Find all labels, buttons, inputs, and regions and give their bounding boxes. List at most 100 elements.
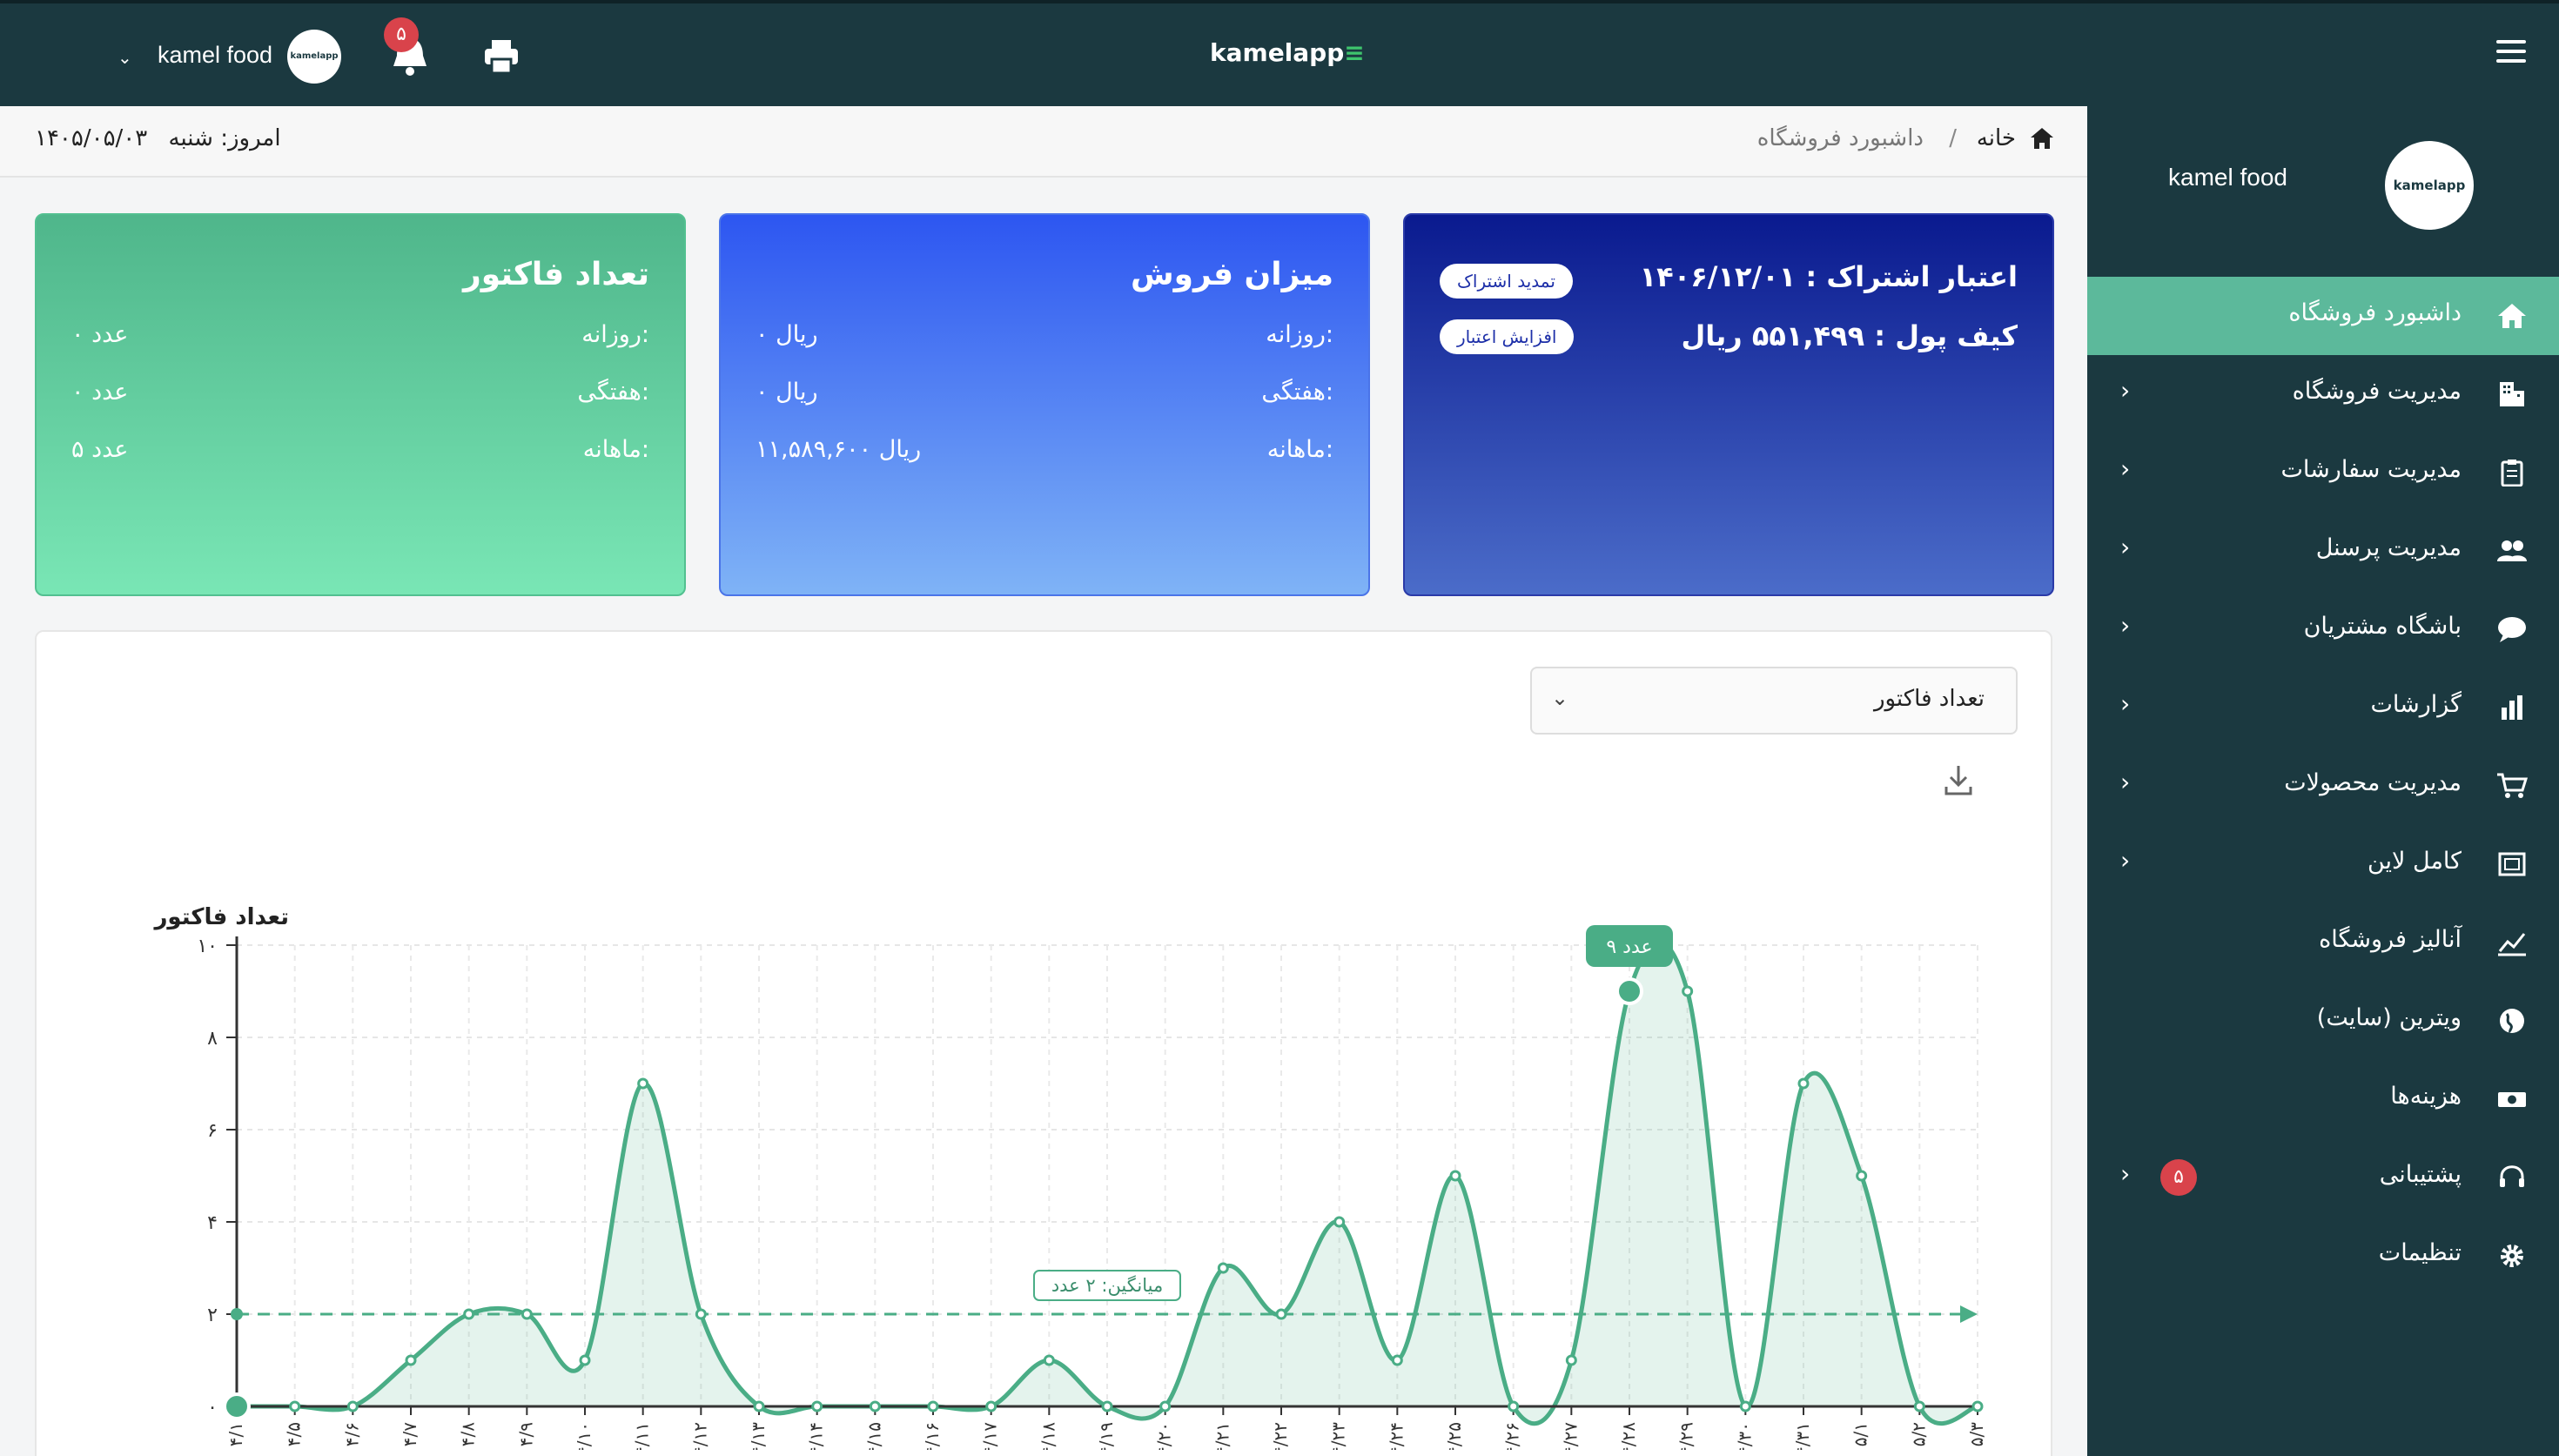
- max-label: ۹ عدد: [1606, 936, 1652, 958]
- chart-metric-select[interactable]: تعداد فاکتور ⌄: [1530, 667, 2018, 735]
- sidebar-item-label: ویترین (سایت): [2316, 1004, 2462, 1031]
- data-point: [521, 1308, 533, 1320]
- data-point: [346, 1400, 359, 1412]
- x-tick-label: ۴/۸: [458, 1422, 479, 1446]
- data-point: [1391, 1354, 1403, 1366]
- y-tick-label: ۶: [207, 1120, 218, 1142]
- breadcrumb-separator: /: [1949, 125, 1957, 151]
- sidebar-item-store-management[interactable]: مدیریت فروشگاه ›: [2087, 355, 2559, 433]
- frame-icon: [2498, 852, 2526, 876]
- data-point: [1508, 1400, 1520, 1412]
- gear-icon: [2501, 1245, 2523, 1267]
- chevron-right-icon: ›: [2120, 376, 2131, 405]
- x-tick-label: ۴/۱۴: [806, 1422, 827, 1450]
- y-tick-label: ۴: [207, 1212, 218, 1234]
- sidebar-item-label: مدیریت پرسنل: [2315, 534, 2462, 561]
- chevron-right-icon: ›: [2120, 1159, 2131, 1188]
- x-tick-label: ۴/۱۲: [689, 1422, 710, 1450]
- chevron-right-icon: ›: [2120, 846, 2131, 875]
- x-tick-label: ۴/۵: [284, 1422, 305, 1446]
- data-point: [1913, 1400, 1925, 1412]
- renew-subscription-button[interactable]: تمدید اشتراک: [1440, 264, 1573, 299]
- x-tick-label: ۴/۲۴: [1386, 1422, 1407, 1450]
- invoice-monthly-row: ماهانه: ۵ عدد: [71, 436, 649, 471]
- sidebar-item-support[interactable]: پشتیبانی ۵ ›: [2087, 1138, 2559, 1217]
- sidebar-item-label: کامل لاین: [2367, 848, 2462, 875]
- chart-metric-value: تعداد فاکتور: [1873, 686, 1985, 712]
- sidebar-item-orders[interactable]: مدیریت سفارشات ›: [2087, 433, 2559, 512]
- sidebar-item-reports[interactable]: گزارشات ›: [2087, 668, 2559, 747]
- sidebar-item-staff[interactable]: مدیریت پرسنل ›: [2087, 512, 2559, 590]
- home-icon[interactable]: [2030, 127, 2054, 150]
- chevron-right-icon: ›: [2120, 611, 2131, 640]
- x-tick-label: ۴/۶: [341, 1422, 362, 1446]
- sales-monthly-value: ۱۱,۵۸۹,۶۰۰ ریال: [756, 436, 922, 463]
- data-point: [1101, 1400, 1113, 1412]
- sidebar-item-kamel-line[interactable]: کامل لاین ›: [2087, 825, 2559, 903]
- sidebar-item-expenses[interactable]: هزینه‌ها: [2087, 1060, 2559, 1138]
- breadcrumb-home[interactable]: خانه: [1977, 125, 2016, 151]
- invoice-weekly-value: ۰ عدد: [71, 379, 129, 406]
- chevron-right-icon: ›: [2120, 454, 2131, 483]
- sidebar-item-customer-club[interactable]: باشگاه مشتریان ›: [2087, 590, 2559, 668]
- data-point: [1159, 1400, 1172, 1412]
- sidebar-item-label: مدیریت سفارشات: [2280, 456, 2462, 483]
- invoice-daily-row: روزانه: ۰ عدد: [71, 321, 649, 356]
- top-up-credit-button[interactable]: افزایش اعتبار: [1440, 319, 1575, 354]
- x-tick-label: ۴/۱۰: [574, 1422, 594, 1450]
- x-tick-label: ۴/۲۹: [1676, 1422, 1697, 1450]
- data-point: [405, 1354, 417, 1366]
- series-area: [237, 942, 1978, 1424]
- brand-logo: kamelapp≡: [1210, 38, 1365, 67]
- average-arrow: [1960, 1305, 1978, 1323]
- avatar: kamelapp: [287, 30, 341, 84]
- y-axis-label: تعداد فاکتور: [152, 904, 289, 930]
- chart-panel: تعداد فاکتور ⌄ ۰ ۲ ۴ ۶ ۸ ۱۰ ۴/۱ ۴/۵ ۴/۶ ۴/۷ ۴/۸ ۴/۹…: [35, 630, 2052, 1456]
- sidebar-item-website[interactable]: ویترین (سایت): [2087, 982, 2559, 1060]
- y-tick-label: ۸: [207, 1028, 218, 1050]
- data-point: [289, 1400, 301, 1412]
- printer-icon[interactable]: [481, 37, 521, 77]
- sidebar-item-products[interactable]: مدیریت محصولات ›: [2087, 747, 2559, 825]
- sales-daily-row: روزانه: ۰ ریال: [756, 321, 1333, 356]
- x-tick-label: ۴/۱۳: [748, 1422, 769, 1450]
- chevron-down-icon: ⌄: [118, 47, 132, 68]
- user-menu[interactable]: ⌄ kamel food kamelapp: [109, 30, 344, 85]
- data-point: [463, 1308, 475, 1320]
- data-point: [1043, 1354, 1055, 1366]
- subscription-expiry: اعتبار اشتراک : ۱۴۰۶/۱۲/۰۱: [1639, 260, 2018, 293]
- sales-weekly-value: ۰ ریال: [756, 379, 818, 406]
- data-point: [695, 1308, 707, 1320]
- data-point: [1739, 1400, 1751, 1412]
- min-point-marker: [223, 1392, 251, 1420]
- hamburger-menu-icon[interactable]: [2496, 40, 2526, 64]
- sales-card: میزان فروش روزانه: ۰ ریال هفتگی: ۰ ریال …: [719, 213, 1370, 596]
- x-tick-label: ۴/۱۷: [980, 1422, 1001, 1450]
- wallet-balance: کیف پول : ۵۵۱,۴۹۹ ریال: [1681, 319, 2018, 352]
- breadcrumb: خانه / داشبورد فروشگاه ۱۴۰۵/۰۵/۰۳ امروز:…: [0, 106, 2087, 178]
- x-tick-label: ۴/۲۱: [1212, 1422, 1232, 1450]
- bar-chart-icon: [2502, 695, 2522, 720]
- sidebar-item-dashboard[interactable]: داشبورد فروشگاه: [2087, 277, 2559, 355]
- data-point: [811, 1400, 823, 1412]
- invoice-daily-value: ۰ عدد: [71, 321, 129, 348]
- data-point: [927, 1400, 939, 1412]
- sales-daily-value: ۰ ریال: [756, 321, 818, 348]
- max-point-marker: [1615, 977, 1643, 1005]
- sidebar-item-settings[interactable]: تنظیمات: [2087, 1217, 2559, 1295]
- sidebar-item-label: مدیریت فروشگاه: [2292, 378, 2462, 405]
- sales-weekly-row: هفتگی: ۰ ریال: [756, 379, 1333, 413]
- x-tick-label: ۴/۲۰: [1154, 1422, 1175, 1450]
- x-tick-label: ۴/۹: [515, 1422, 536, 1446]
- x-tick-label: ۵/۳: [1966, 1422, 1987, 1446]
- y-tick-label: ۰: [207, 1397, 218, 1419]
- sidebar-item-label: تنظیمات: [2378, 1239, 2462, 1266]
- chevron-right-icon: ›: [2120, 768, 2131, 796]
- sidebar-item-store-analysis[interactable]: آنالیز فروشگاه: [2087, 903, 2559, 982]
- subscription-card: اعتبار اشتراک : ۱۴۰۶/۱۲/۰۱ کیف پول : ۵۵۱…: [1403, 213, 2054, 596]
- trend-icon: [2498, 933, 2526, 956]
- x-tick-label: ۴/۱۱: [632, 1422, 653, 1450]
- today-value: ۱۴۰۵/۰۵/۰۳: [35, 125, 148, 151]
- sidebar-item-label: آنالیز فروشگاه: [2319, 926, 2462, 953]
- user-name: kamel food: [158, 42, 273, 68]
